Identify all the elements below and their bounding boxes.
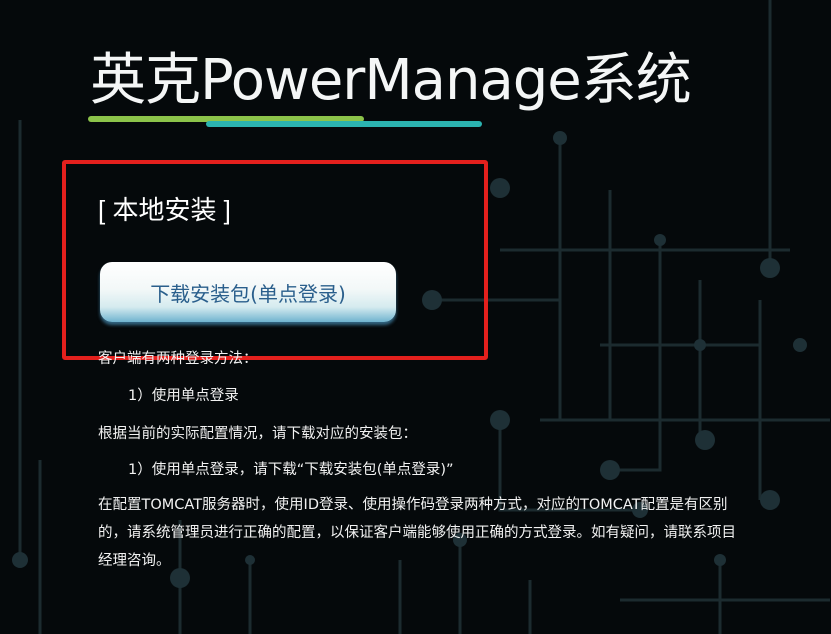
download-package-button[interactable]: 下载安装包(单点登录)	[100, 262, 396, 322]
section-heading-local-install: [ 本地安装 ]	[98, 195, 231, 225]
page-title: 英克PowerManage系统	[90, 48, 692, 113]
download-instruction: 根据当前的实际配置情况，请下载对应的安装包：	[98, 426, 417, 442]
download-option-1: 1）使用单点登录，请下载“下载安装包(单点登录)”	[128, 462, 454, 478]
login-method-1: 1）使用单点登录	[128, 388, 239, 404]
login-methods-intro: 客户端有两种登录方法：	[98, 351, 258, 367]
tomcat-note: 在配置TOMCAT服务器时，使用ID登录、使用操作码登录两种方式，对应的TOMC…	[98, 497, 736, 569]
title-underline-cyan	[206, 121, 482, 127]
